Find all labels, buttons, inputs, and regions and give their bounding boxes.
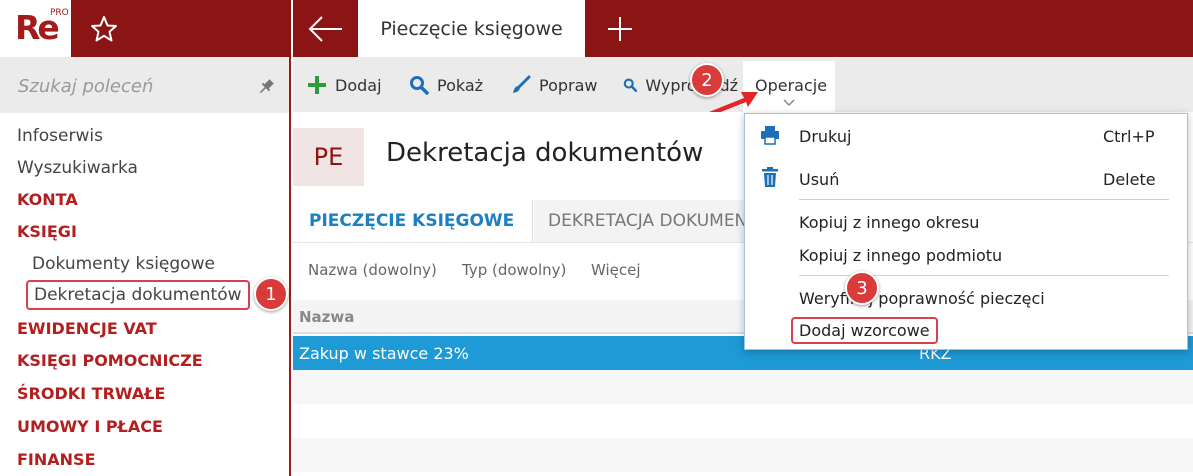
plus-icon	[308, 76, 326, 94]
add-button[interactable]: Dodaj	[307, 71, 382, 99]
chevron-down-icon	[783, 99, 795, 107]
pin-icon[interactable]	[256, 77, 276, 97]
table-row-empty	[293, 404, 1193, 438]
sidebar-item-umowy-i-place[interactable]: UMOWY I PŁACE	[17, 416, 163, 438]
magnifier-icon	[623, 78, 638, 93]
operations-menu: Drukuj Ctrl+P Usuń Delete Kopiuj z inneg…	[744, 113, 1188, 350]
menu-item-copy-period[interactable]: Kopiuj z innego okresu	[799, 213, 979, 232]
sidebar-item-ksiegi-pomocnicze[interactable]: KSIĘGI POMOCNICZE	[17, 350, 203, 372]
magnifier-icon	[410, 76, 429, 95]
show-button[interactable]: Pokaż	[409, 71, 483, 99]
printer-icon	[761, 126, 779, 145]
edit-button[interactable]: Popraw	[511, 71, 598, 99]
table-row-empty	[293, 438, 1193, 472]
show-button-label: Pokaż	[437, 75, 484, 95]
sidebar-item-wyszukiwarka[interactable]: Wyszukiwarka	[17, 157, 138, 179]
menu-shortcut-print: Ctrl+P	[1103, 127, 1155, 146]
command-search	[0, 57, 289, 113]
tab-pieczecie-ksiegowe[interactable]: Pieczęcie księgowe	[358, 0, 585, 57]
step-callout-1: 1	[254, 277, 288, 311]
menu-item-delete[interactable]: Usuń	[799, 170, 839, 189]
sidebar-item-ewidencje-vat[interactable]: EWIDENCJE VAT	[17, 318, 157, 340]
menu-item-add-default[interactable]: Dodaj wzorcowe	[791, 317, 938, 344]
sidebar-item-dokumenty-ksiegowe[interactable]: Dokumenty księgowe	[32, 253, 215, 275]
brush-icon	[513, 75, 531, 93]
filter-type[interactable]: Typ (dowolny)	[462, 261, 566, 279]
tab-pieczecie-ksiegowe-sub[interactable]: PIECZĘCIE KSIĘGOWE	[293, 200, 533, 242]
operations-button-label: Operacje	[755, 76, 828, 95]
star-icon[interactable]	[88, 14, 120, 44]
app-logo: Re PRO	[0, 0, 71, 57]
back-arrow-icon[interactable]	[302, 10, 348, 48]
plus-icon[interactable]	[600, 10, 640, 48]
table-row-empty	[293, 370, 1193, 404]
menu-item-copy-entity[interactable]: Kopiuj z innego podmiotu	[799, 246, 1002, 265]
step-callout-3: 3	[845, 271, 879, 305]
sidebar-item-infoserwis[interactable]: Infoserwis	[17, 125, 103, 147]
command-search-input[interactable]	[18, 71, 238, 101]
filter-more[interactable]: Więcej	[591, 261, 641, 279]
sidebar-item-ksiegi[interactable]: KSIĘGI	[17, 221, 77, 243]
cell-name: Zakup w stawce 23%	[299, 344, 469, 363]
sidebar-item-dekretacja-dokumentow[interactable]: Dekretacja dokumentów	[26, 280, 250, 310]
column-header-name[interactable]: Nazwa	[299, 308, 354, 326]
app-header: Re PRO Pieczęcie księgowe	[0, 0, 1193, 57]
add-button-label: Dodaj	[335, 75, 382, 95]
menu-separator	[799, 199, 1169, 200]
document-badge: PE	[293, 128, 364, 186]
menu-item-print[interactable]: Drukuj	[799, 127, 851, 146]
sidebar-item-finanse[interactable]: FINANSE	[17, 449, 96, 471]
filter-name[interactable]: Nazwa (dowolny)	[308, 261, 437, 279]
page-title: Dekretacja dokumentów	[386, 138, 704, 168]
menu-shortcut-delete: Delete	[1103, 170, 1156, 189]
sidebar-item-konta[interactable]: KONTA	[17, 189, 78, 211]
menu-item-verify[interactable]: Weryfikuj poprawność pieczęci	[799, 289, 1045, 308]
logo-badge: PRO	[50, 8, 69, 18]
edit-button-label: Popraw	[539, 75, 598, 95]
sidebar-item-srodki-trwale[interactable]: ŚRODKI TRWAŁE	[17, 383, 165, 405]
trash-icon	[762, 167, 778, 187]
